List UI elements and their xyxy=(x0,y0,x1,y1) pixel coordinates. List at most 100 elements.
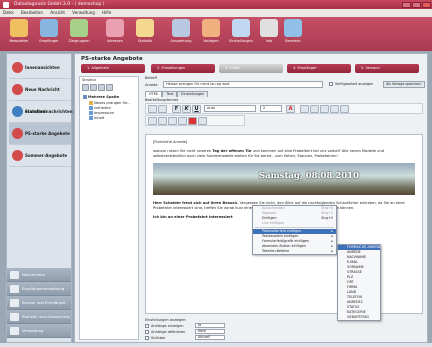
toolbar-button-3[interactable]: Adressen xyxy=(100,19,130,49)
statusbar xyxy=(0,343,432,347)
setting-checkbox[interactable] xyxy=(145,336,149,340)
section-icon xyxy=(10,327,19,335)
italic-icon[interactable]: K xyxy=(182,105,191,113)
window-title: Datadiagnosis GmbH.3.0 - ( demoshop ) xyxy=(14,2,105,7)
sidebar-section-2[interactable]: Sender und Empfänger xyxy=(7,296,71,310)
sidebar-item-label: PS-starke Angebote xyxy=(25,131,70,136)
context-menu-label: Platzhalterfeld einfügen xyxy=(262,229,302,233)
toolbar-button-6[interactable]: Vorlagen xyxy=(196,19,226,49)
tree-root[interactable]: Mehrere Spalte xyxy=(83,95,119,99)
tree-item[interactable]: zufrieden xyxy=(89,106,111,110)
tree-item-label: Inhalt xyxy=(94,116,105,120)
sidebar-item-4[interactable]: Sommer-Angebote xyxy=(9,145,71,167)
submenu-item[interactable]: GEBURTSTAG xyxy=(338,315,380,320)
toolbar-button-1[interactable]: Empfänger xyxy=(34,19,64,49)
toolbar-button-0[interactable]: Newsletter xyxy=(4,19,34,49)
toolbar-button-5[interactable]: Auswertung xyxy=(166,19,196,49)
wizard-step-5[interactable]: 5. Versand xyxy=(355,64,419,73)
tree-item[interactable]: Neues prangen für... xyxy=(89,101,131,105)
size-select[interactable]: 2 xyxy=(260,105,282,112)
context-menu-label: Textbaustein einfügen xyxy=(262,234,299,238)
font-color-icon[interactable]: A xyxy=(286,105,295,113)
subject-input[interactable]: Heisse prangen für nicht lau pp dort xyxy=(163,81,323,88)
tree-down-icon[interactable] xyxy=(98,84,105,91)
setting-label: Anhänge definieren xyxy=(151,330,186,334)
preview-checkbox[interactable]: Verfügbarkeit anzeigen xyxy=(329,82,373,86)
toolbar-button-4[interactable]: Statistik xyxy=(130,19,160,49)
context-menu-label: Absenden-Button einfügen xyxy=(262,244,307,248)
tree-up-icon[interactable] xyxy=(90,84,97,91)
tab-text[interactable]: Text xyxy=(162,91,178,97)
setting-checkbox[interactable] xyxy=(145,324,149,328)
menu-admin[interactable]: Verwaltung xyxy=(69,9,98,17)
wizard-step-1[interactable]: 1. Allgemein xyxy=(81,64,145,73)
minimize-button[interactable] xyxy=(402,1,411,8)
tree-item[interactable]: Impressum xyxy=(89,111,114,115)
toolbar-label: Newsletter xyxy=(9,39,29,43)
context-menu-item[interactable]: Tabellen-Befehle ▸ xyxy=(253,249,336,254)
sidebar-section-4[interactable]: Verwaltung xyxy=(7,324,71,338)
tree-add-icon[interactable] xyxy=(82,84,89,91)
setting-row: Anhänge anzeigen Ja xyxy=(145,323,245,328)
setting-value[interactable]: Nein xyxy=(195,329,225,334)
align-center-icon[interactable] xyxy=(310,105,319,113)
setting-value[interactable]: Ja xyxy=(195,323,225,328)
editor-tabs: HTML Text Einstellungen xyxy=(145,91,209,97)
toolbar-icon-4 xyxy=(136,19,154,37)
wizard-step-3[interactable]: 3. Inhalt xyxy=(219,64,283,73)
toolbar-icon-2 xyxy=(70,19,88,37)
tab-settings[interactable]: Einstellungen xyxy=(177,91,209,97)
copy-icon[interactable] xyxy=(158,105,167,113)
main-toolbar: Newsletter Empfänger Zielgruppen Adressen St… xyxy=(0,17,432,51)
anchor-icon[interactable] xyxy=(178,117,187,125)
sidebar-section-0[interactable]: Nachrichten xyxy=(7,268,71,282)
link-icon[interactable] xyxy=(168,117,177,125)
display-settings-label: Einstellungen anzeigen xyxy=(145,318,186,322)
save-template-button[interactable]: Als Vorlage speichern xyxy=(383,81,425,88)
sidebar-item-2[interactable]: Standardnachrichten xyxy=(9,101,73,123)
wizard-step-2[interactable]: 2. Einstellungen xyxy=(151,64,215,73)
sidebar-item-0[interactable]: Innenansichten xyxy=(9,57,71,79)
toolbar-button-2[interactable]: Zielgruppen xyxy=(64,19,94,49)
cut-icon[interactable] xyxy=(148,105,157,113)
align-right-icon[interactable] xyxy=(320,105,329,113)
wizard-step-4[interactable]: 4. Empfänger xyxy=(287,64,351,73)
tree-item[interactable]: Inhalt xyxy=(89,116,104,120)
tree-item-label: Impressum xyxy=(94,111,114,115)
context-menu-label: Link einfügen xyxy=(262,221,285,225)
menu-file[interactable]: Datei xyxy=(0,9,17,17)
menu-edit[interactable]: Bearbeiten xyxy=(18,9,46,17)
image-icon[interactable] xyxy=(158,117,167,125)
document-icon xyxy=(89,111,93,115)
context-menu-item: Link einfügen xyxy=(253,221,336,226)
sidebar-item-3[interactable]: PS-starke Angebote xyxy=(9,123,71,145)
table-icon[interactable] xyxy=(148,117,157,125)
font-select[interactable]: Arial xyxy=(204,105,256,112)
underline-icon[interactable]: U xyxy=(192,105,201,113)
sidebar-section-3[interactable]: Statistik und Auswertung xyxy=(7,310,71,324)
maximize-button[interactable] xyxy=(412,1,421,8)
subject-prefix: Anrede xyxy=(145,83,158,87)
menu-view[interactable]: Ansicht xyxy=(47,9,68,17)
bold-icon[interactable]: F xyxy=(172,105,181,113)
list-icon[interactable] xyxy=(330,105,339,113)
sidebar-item-label: Standardnachrichten xyxy=(25,109,73,114)
tree-delete-icon[interactable] xyxy=(106,84,113,91)
setting-checkbox[interactable] xyxy=(145,330,149,334)
context-menu-label: Kopieren xyxy=(262,211,277,215)
section-icon xyxy=(10,299,19,307)
sidebar-section-1[interactable]: Empfängerverwaltung xyxy=(7,282,71,296)
tab-html[interactable]: HTML xyxy=(145,91,163,97)
toolbar-button-7[interactable]: Einstellungen xyxy=(226,19,256,49)
stop-icon[interactable] xyxy=(188,117,197,125)
menu-help[interactable]: Hilfe xyxy=(99,9,114,17)
submenu-arrow-icon: ▸ xyxy=(331,249,333,253)
sidebar-item-1[interactable]: Neue Nachricht erstellen xyxy=(9,79,71,114)
close-button[interactable] xyxy=(422,1,431,8)
toolbar-label: Auswertung xyxy=(170,39,192,43)
align-left-icon[interactable] xyxy=(300,105,309,113)
source-icon[interactable] xyxy=(198,117,207,125)
setting-value[interactable]: Aktuell xyxy=(195,335,225,340)
indent-icon[interactable] xyxy=(340,105,349,113)
toolbar-button-9[interactable]: Beenden xyxy=(278,19,308,49)
